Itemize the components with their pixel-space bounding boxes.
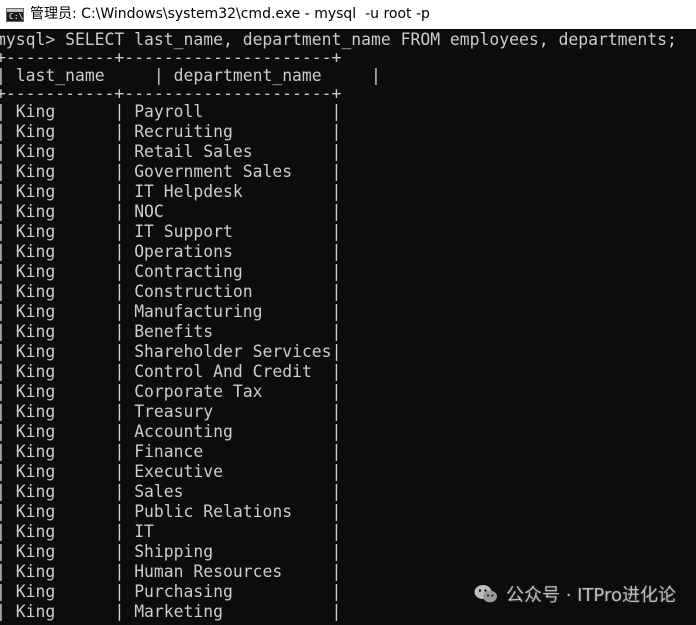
- cell-last-name: King: [15, 602, 56, 621]
- cell-last-name: King: [15, 562, 56, 581]
- cell-department-name: Sales: [134, 482, 184, 501]
- table-row: | King | Human Resources |: [0, 562, 342, 581]
- cell-last-name: King: [15, 422, 56, 441]
- cell-last-name: King: [15, 362, 56, 381]
- table-row: | King | IT Support |: [0, 222, 342, 241]
- cell-department-name: Operations: [134, 242, 233, 261]
- cell-last-name: King: [15, 462, 56, 481]
- cell-department-name: Construction: [134, 282, 253, 301]
- cell-department-name: Shipping: [134, 542, 214, 561]
- cell-department-name: Purchasing: [134, 582, 233, 601]
- cell-department-name: Control And Credit: [134, 362, 312, 381]
- console-output[interactable]: mysql> SELECT last_name, department_name…: [0, 30, 696, 625]
- cell-department-name: Public Relations: [134, 502, 293, 521]
- cell-last-name: King: [15, 222, 56, 241]
- header-last-name: last_name: [15, 66, 105, 85]
- table-row: | King | Sales |: [0, 482, 342, 501]
- table-row: | King | Control And Credit |: [0, 362, 342, 381]
- cell-department-name: Treasury: [134, 402, 214, 421]
- wechat-icon: [474, 585, 497, 603]
- table-border-mid: +-----------+---------------------+: [0, 84, 342, 103]
- cell-last-name: King: [15, 502, 56, 521]
- table-row: | King | Executive |: [0, 462, 342, 481]
- cell-department-name: Executive: [134, 462, 223, 481]
- cell-department-name: Contracting: [134, 262, 243, 281]
- cell-department-name: Benefits: [134, 322, 214, 341]
- table-row: | King | Shareholder Services|: [0, 342, 342, 361]
- window-title: 管理员: C:\Windows\system32\cmd.exe - mysql…: [30, 6, 430, 22]
- cell-last-name: King: [15, 342, 56, 361]
- table-row: | King | Public Relations |: [0, 502, 342, 521]
- cell-last-name: King: [15, 582, 56, 601]
- table-row: | King | Payroll |: [0, 102, 342, 121]
- table-header-row: | last_name | department_name |: [0, 66, 381, 85]
- cell-last-name: King: [15, 122, 56, 141]
- table-row: | King | Corporate Tax |: [0, 382, 342, 401]
- table-body: | King | Payroll | | King | Recruiting | |…: [0, 102, 696, 622]
- cell-last-name: King: [15, 142, 56, 161]
- cell-last-name: King: [15, 302, 56, 321]
- table-row: | King | Operations |: [0, 242, 342, 261]
- cell-department-name: NOC: [134, 202, 164, 221]
- cell-last-name: King: [15, 442, 56, 461]
- cell-department-name: Manufacturing: [134, 302, 263, 321]
- table-border-top: +-----------+---------------------+: [0, 48, 342, 67]
- cmd-icon: C:\: [6, 7, 24, 22]
- cell-last-name: King: [15, 542, 56, 561]
- cell-department-name: Payroll: [134, 102, 204, 121]
- table-row: | King | Contracting |: [0, 262, 342, 281]
- cell-last-name: King: [15, 282, 56, 301]
- cell-department-name: Accounting: [134, 422, 233, 441]
- table-row: | King | IT |: [0, 522, 342, 541]
- table-row: | King | Recruiting |: [0, 122, 342, 141]
- cell-department-name: Recruiting: [134, 122, 233, 141]
- watermark: 公众号 · ITPro进化论: [474, 581, 676, 607]
- cell-department-name: IT: [134, 522, 154, 541]
- cell-last-name: King: [15, 402, 56, 421]
- cell-last-name: King: [15, 102, 56, 121]
- table-row: | King | Manufacturing |: [0, 302, 342, 321]
- cell-department-name: IT Support: [134, 222, 233, 241]
- cell-department-name: Marketing: [134, 602, 223, 621]
- table-row: | King | Treasury |: [0, 402, 342, 421]
- command-line: mysql> SELECT last_name, department_name…: [0, 30, 677, 49]
- table-row: | King | Government Sales |: [0, 162, 342, 181]
- cmd-icon-text: C:\: [9, 11, 24, 21]
- cell-department-name: Corporate Tax: [134, 382, 263, 401]
- watermark-text: 公众号 · ITPro进化论: [505, 585, 676, 606]
- cell-last-name: King: [15, 162, 56, 181]
- table-row: | King | Finance |: [0, 442, 342, 461]
- cell-department-name: Human Resources: [134, 562, 283, 581]
- table-row: | King | Accounting |: [0, 422, 342, 441]
- cell-department-name: Shareholder Services: [134, 342, 332, 361]
- cell-department-name: Government Sales: [134, 162, 293, 181]
- table-row: | King | Shipping |: [0, 542, 342, 561]
- title-bar[interactable]: C:\ 管理员: C:\Windows\system32\cmd.exe - m…: [0, 0, 696, 29]
- table-row: | King | Retail Sales |: [0, 142, 342, 161]
- cmd-window: C:\ 管理员: C:\Windows\system32\cmd.exe - m…: [0, 0, 696, 625]
- cell-department-name: Retail Sales: [134, 142, 253, 161]
- table-row: | King | NOC |: [0, 202, 342, 221]
- table-row: | King | IT Helpdesk |: [0, 182, 342, 201]
- cell-last-name: King: [15, 382, 56, 401]
- cell-last-name: King: [15, 202, 56, 221]
- table-row: | King | Benefits |: [0, 322, 342, 341]
- cell-last-name: King: [15, 522, 56, 541]
- table-row: | King | Construction |: [0, 282, 342, 301]
- cell-department-name: Finance: [134, 442, 204, 461]
- cell-last-name: King: [15, 182, 56, 201]
- cell-last-name: King: [15, 482, 56, 501]
- header-department-name: department_name: [173, 66, 322, 85]
- cell-last-name: King: [15, 262, 56, 281]
- cell-department-name: IT Helpdesk: [134, 182, 243, 201]
- cell-last-name: King: [15, 322, 56, 341]
- cell-last-name: King: [15, 242, 56, 261]
